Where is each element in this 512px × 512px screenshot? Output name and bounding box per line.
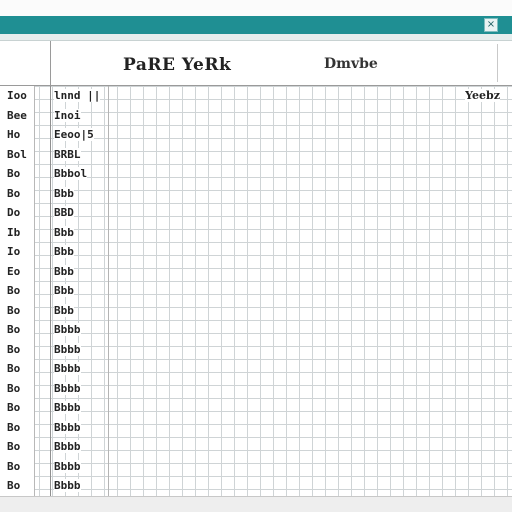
row-index: Ib	[7, 225, 21, 239]
row-index: Bo	[7, 284, 21, 297]
sheet-title: PaRE YeRk	[123, 55, 232, 75]
table-row[interactable]: Bo Bbbol	[0, 164, 120, 184]
row-index: Ioo	[7, 89, 27, 102]
row-index: Bo	[7, 440, 21, 453]
toolbar-strip	[0, 34, 512, 41]
row-index: Bo	[7, 186, 21, 200]
row-value[interactable]: Bbb	[54, 186, 74, 200]
row-value[interactable]: Bbb	[54, 245, 74, 258]
table-row[interactable]: Bo Bbbb	[0, 340, 120, 360]
row-index: Bo	[7, 167, 21, 180]
row-index: Bo	[7, 479, 21, 492]
table-row[interactable]: Bo Bbbb	[0, 320, 120, 340]
row-value[interactable]: Bbb	[54, 303, 74, 317]
table-row[interactable]: Bee Inoi	[0, 106, 120, 126]
row-value[interactable]: Bbbb	[54, 459, 81, 473]
row-value[interactable]: Bbbb	[54, 440, 81, 453]
row-value[interactable]: BRBL	[54, 147, 81, 161]
sheet-subtitle: Dmvbe	[324, 56, 378, 72]
row-value[interactable]: Bbb	[54, 264, 74, 278]
row-index: Bo	[7, 303, 21, 317]
row-value[interactable]: BBD	[54, 206, 74, 219]
bottom-bar	[0, 496, 512, 512]
rows-container: Ioo lnnd || Bee Inoi Ho Eeoo|5 Bol BRBL Bo Bb…	[0, 86, 120, 496]
app-window: × PaRE YeRk Dmvbe Yeebz Ioo lnnd || Bee In…	[0, 0, 512, 512]
table-row[interactable]: Bo Bbbb	[0, 418, 120, 438]
row-value[interactable]: Bbbb	[54, 479, 81, 492]
table-row[interactable]: Bo Bbbb	[0, 437, 120, 457]
row-index: Bee	[7, 108, 27, 122]
row-value[interactable]: Bbbb	[54, 342, 81, 356]
table-row[interactable]: Ib Bbb	[0, 223, 120, 243]
row-index: Bo	[7, 342, 21, 356]
table-row[interactable]: Bo Bbbb	[0, 359, 120, 379]
row-index: Bo	[7, 420, 21, 434]
row-value[interactable]: Bbbol	[54, 167, 88, 180]
row-index: Bol	[7, 147, 27, 161]
row-value[interactable]: Eeoo|5	[54, 128, 94, 141]
row-index: Bo	[7, 323, 21, 336]
title-bar: ×	[0, 16, 512, 34]
sheet-header: PaRE YeRk Dmvbe	[0, 41, 512, 87]
table-row[interactable]: Do BBD	[0, 203, 120, 223]
table-row[interactable]: Ioo lnnd ||	[0, 86, 120, 106]
corner-label: Yeebz	[465, 89, 500, 102]
row-value[interactable]: Bbbb	[54, 420, 81, 434]
row-value[interactable]: Bbbb	[54, 381, 81, 395]
table-row[interactable]: Bol BRBL	[0, 145, 120, 165]
row-index: Bo	[7, 401, 21, 414]
table-row[interactable]: Ho Eeoo|5	[0, 125, 120, 145]
row-index: Io	[7, 245, 21, 258]
row-index: Bo	[7, 381, 21, 395]
table-row[interactable]: Bo Bbb	[0, 184, 120, 204]
row-index: Ho	[7, 128, 21, 141]
row-value[interactable]: lnnd ||	[54, 89, 101, 102]
row-index: Eo	[7, 264, 21, 278]
table-row[interactable]: Io Bbb	[0, 242, 120, 262]
table-row[interactable]: Bo Bbbb	[0, 379, 120, 399]
header-scroll-edge[interactable]	[497, 44, 506, 82]
row-value[interactable]: Bbbb	[54, 323, 81, 336]
row-value[interactable]: Inoi	[54, 108, 81, 122]
row-value[interactable]: Bbbb	[54, 362, 81, 375]
row-index: Bo	[7, 459, 21, 473]
row-value[interactable]: Bbb	[54, 284, 74, 297]
table-row[interactable]: Eo Bbb	[0, 262, 120, 282]
row-index: Bo	[7, 362, 21, 375]
table-row[interactable]: Bo Bbbb	[0, 398, 120, 418]
table-row[interactable]: Bo Bbbb	[0, 476, 120, 496]
table-row[interactable]: Bo Bbbb	[0, 457, 120, 477]
close-icon[interactable]: ×	[484, 18, 498, 32]
table-row[interactable]: Bo Bbb	[0, 281, 120, 301]
row-value[interactable]: Bbbb	[54, 401, 81, 414]
row-index: Do	[7, 206, 21, 219]
header-separator	[50, 41, 51, 85]
row-value[interactable]: Bbb	[54, 225, 74, 239]
table-row[interactable]: Bo Bbb	[0, 301, 120, 321]
